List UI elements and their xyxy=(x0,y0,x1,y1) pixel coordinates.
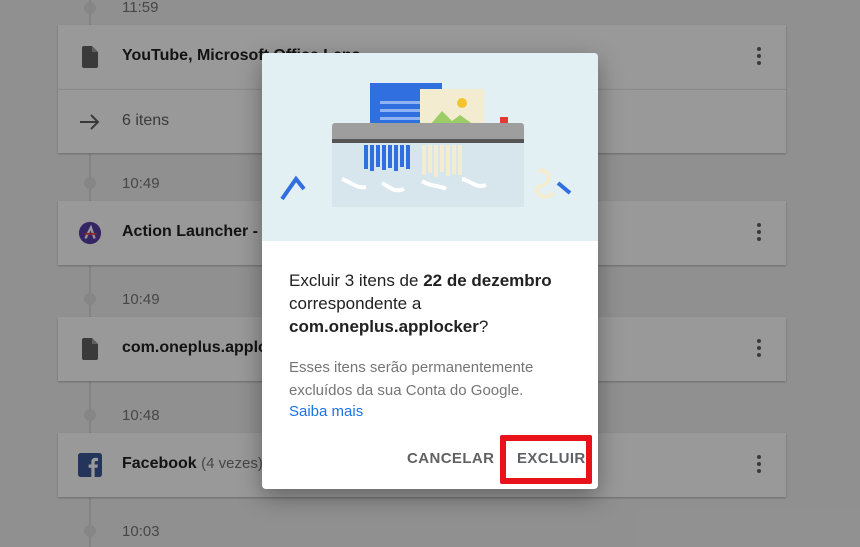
question-text: ? xyxy=(478,317,489,336)
shredder-illustration xyxy=(262,53,598,241)
delete-confirmation-dialog: Excluir 3 itens de 22 de dezembro corres… xyxy=(262,53,598,489)
cancel-button[interactable]: CANCELAR xyxy=(407,450,494,467)
learn-more-link[interactable]: Saiba mais xyxy=(289,403,363,420)
question-date: 22 de dezembro xyxy=(423,271,552,290)
question-text: correspondente a xyxy=(289,294,422,313)
question-text: Excluir 3 itens de xyxy=(289,271,424,290)
delete-button-highlight xyxy=(500,435,592,484)
dialog-question: Excluir 3 itens de 22 de dezembro corres… xyxy=(289,269,579,338)
question-app: com.oneplus.applocker xyxy=(289,317,479,336)
dialog-note: Esses itens serão permanentemente excluí… xyxy=(289,359,534,399)
